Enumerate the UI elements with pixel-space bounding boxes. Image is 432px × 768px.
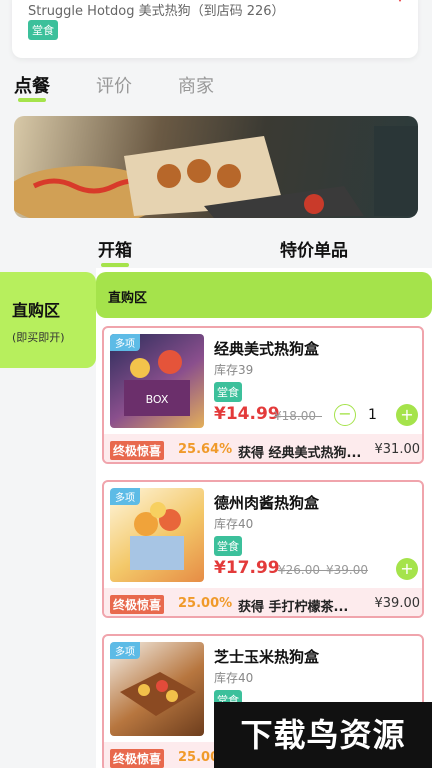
product-price: ¥17.99 — [214, 558, 280, 578]
tab-order[interactable]: 点餐 — [14, 72, 50, 106]
product-price: ¥14.99 — [214, 404, 280, 424]
product-image: 多项 BOX — [110, 334, 204, 428]
product-card[interactable]: 多项 德州肉酱热狗盒 库存40 堂食 ¥17.99 ¥26.00–¥39.00 … — [102, 480, 424, 618]
tab-special-items[interactable]: 特价单品 — [280, 236, 348, 261]
main-tabs: 点餐 评价 商家 — [14, 72, 260, 106]
promo-text: 获得 手打柠檬茶... — [238, 600, 349, 615]
product-stock: 库存39 — [214, 363, 254, 377]
multi-tag: 多项 — [110, 334, 140, 351]
heart-icon[interactable] — [390, 0, 410, 2]
tab-merchant[interactable]: 商家 — [178, 72, 214, 106]
product-stock: 库存40 — [214, 517, 254, 531]
product-image: 多项 — [110, 642, 204, 736]
category-sidebar: 直购区 (即买即开) — [0, 272, 96, 768]
promo-price: ¥39.00 — [374, 596, 421, 611]
promo-text: 获得 经典美式热狗... — [238, 446, 362, 461]
product-name: 芝士玉米热狗盒 — [214, 648, 320, 666]
decrease-button[interactable]: − — [334, 404, 356, 426]
quantity-value: 1 — [368, 407, 377, 423]
increase-button[interactable]: + — [396, 558, 418, 580]
tab-unbox[interactable]: 开箱 — [98, 236, 132, 261]
promo-banner-image[interactable] — [14, 116, 418, 218]
sidebar-item-direct[interactable]: 直购区 (即买即开) — [0, 272, 96, 368]
increase-button[interactable]: + — [396, 404, 418, 426]
store-card[interactable]: Struggle Hotdog 美式热狗（到店码 226） 堂食 — [12, 0, 418, 58]
dine-in-badge: 堂食 — [28, 20, 58, 40]
promo-tag: 终极惊喜 — [110, 441, 165, 460]
sidebar-item-title: 直购区 — [12, 301, 61, 320]
product-stock: 库存40 — [214, 671, 254, 685]
dine-in-badge: 堂食 — [214, 536, 242, 556]
product-image: 多项 — [110, 488, 204, 582]
promo-price: ¥31.00 — [374, 442, 421, 457]
dine-in-badge: 堂食 — [214, 382, 242, 402]
sub-tab-indicator — [101, 263, 129, 267]
promo-tag: 终极惊喜 — [110, 749, 165, 768]
multi-tag: 多项 — [110, 488, 140, 505]
original-price: ¥26.00–¥39.00 — [278, 563, 368, 577]
promo-percentage: 25.64% — [178, 442, 233, 457]
section-header: 直购区 — [96, 272, 432, 318]
section-title: 直购区 — [108, 291, 148, 306]
promo-percentage: 25.00% — [178, 596, 233, 611]
product-name: 经典美式热狗盒 — [214, 340, 320, 358]
original-price: ¥18.00– — [274, 409, 322, 423]
promo-bar: 终极惊喜 25.00% 获得 手打柠檬茶... ¥39.00 — [104, 588, 422, 616]
sidebar-item-subtitle: (即买即开) — [12, 331, 65, 344]
product-card[interactable]: 多项 BOX 经典美式热狗盒 库存39 堂食 ¥14.99 ¥18.00– − … — [102, 326, 424, 464]
svg-text:BOX: BOX — [146, 393, 169, 406]
product-list[interactable]: 直购区 多项 BOX 经典美式热狗盒 库存39 堂食 ¥14.99 ¥18.00… — [96, 268, 432, 768]
multi-tag: 多项 — [110, 642, 140, 659]
promo-bar: 终极惊喜 25.64% 获得 经典美式热狗... ¥31.00 — [104, 434, 422, 462]
promo-percentage: 25.00 — [178, 750, 220, 765]
watermark-logo: 下载鸟资源 — [214, 702, 432, 768]
promo-tag: 终极惊喜 — [110, 595, 165, 614]
product-name: 德州肉酱热狗盒 — [214, 494, 320, 512]
sub-tabs: 开箱 特价单品 — [0, 232, 432, 268]
store-name: Struggle Hotdog 美式热狗（到店码 226） — [28, 4, 285, 19]
tab-reviews[interactable]: 评价 — [96, 72, 132, 106]
